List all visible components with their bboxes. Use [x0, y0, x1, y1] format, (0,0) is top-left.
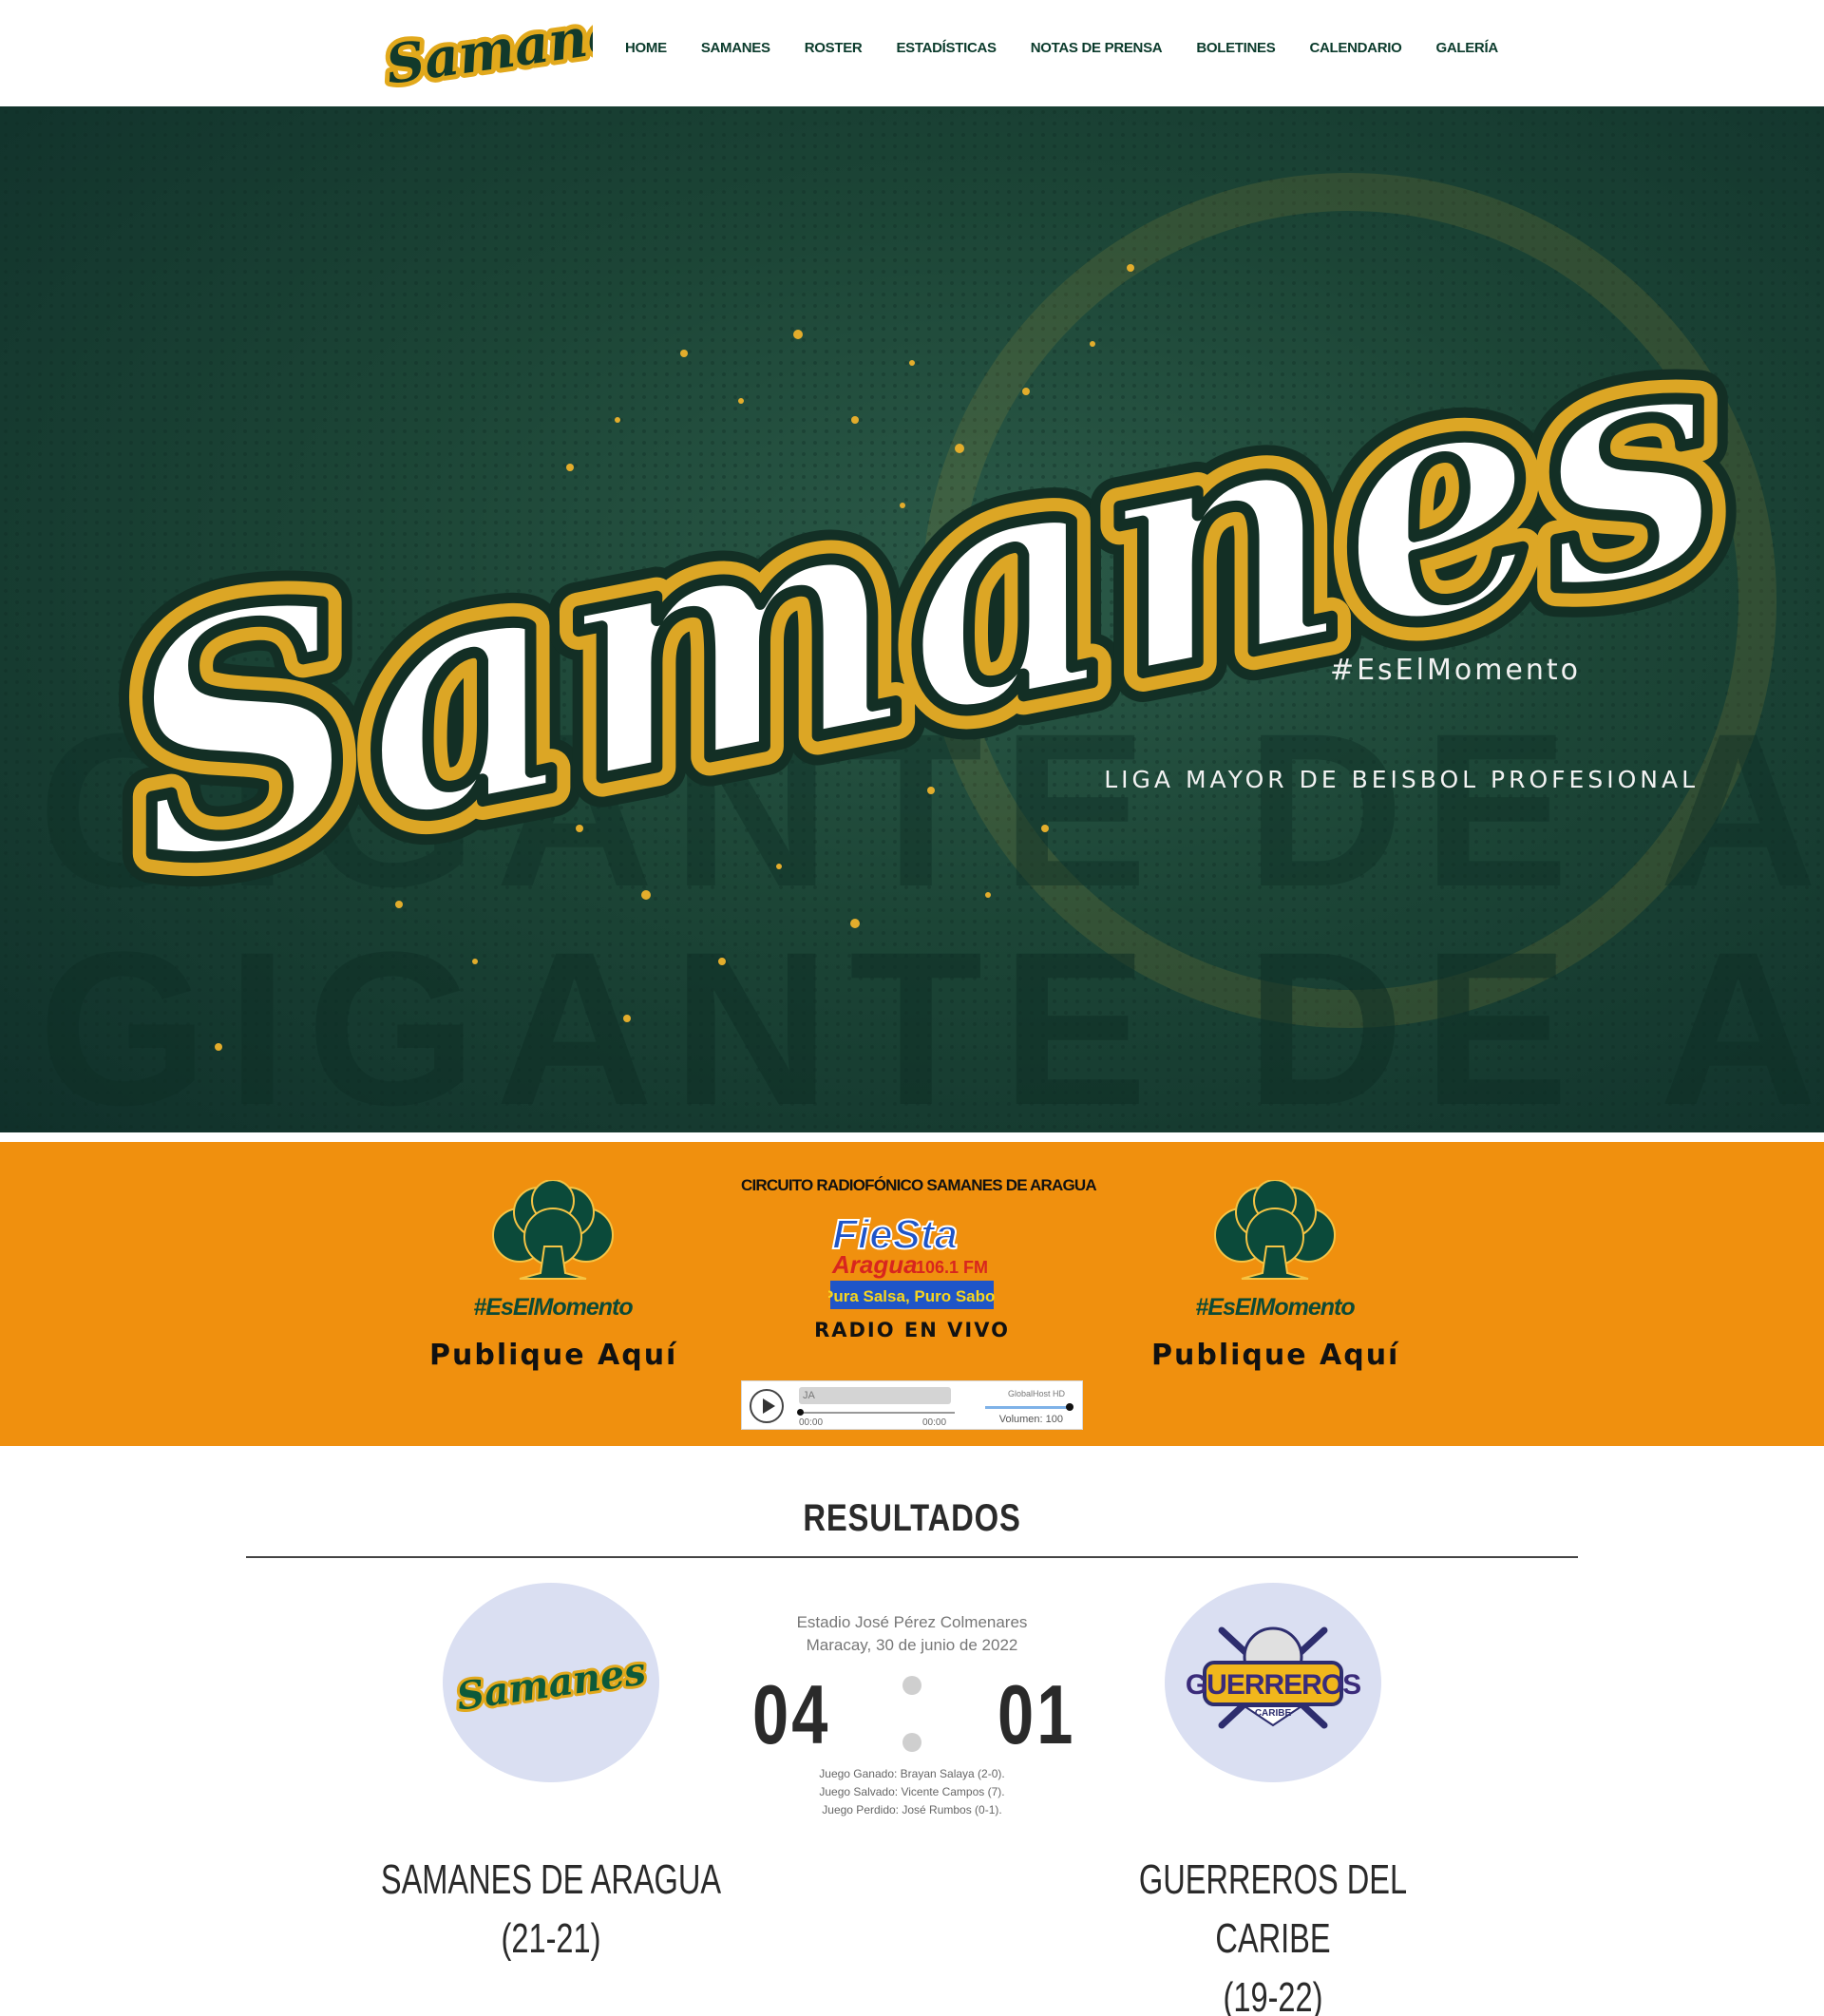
score-separator-bottom — [902, 1733, 922, 1752]
ad-hashtag: #EsElMomento — [1195, 1294, 1355, 1321]
away-logo-text: GUERREROS — [1186, 1669, 1360, 1701]
radio-widget: CIRCUITO RADIOFÓNICO SAMANES DE ARAGUA F… — [741, 1176, 1097, 1430]
samanes-logo[interactable]: Samanes Samanes — [378, 6, 593, 93]
hero-artwork: GIGANTE DE ARAGUA GIGANTE DE ARAGUA Sama… — [0, 106, 1824, 1132]
station-slogan: Pura Salsa, Puro Sabor — [828, 1287, 996, 1305]
radio-live-label: RADIO EN VIVO — [814, 1319, 1010, 1341]
away-score: 01 — [998, 1667, 1076, 1761]
logo-text: Samanes — [382, 6, 593, 93]
hero-banner: GIGANTE DE ARAGUA GIGANTE DE ARAGUA Sama… — [0, 106, 1824, 1132]
hero-tagline: #EsElMomento — [1329, 654, 1581, 687]
winning-pitcher: Juego Ganado: Brayan Salaya (2-0). — [819, 1767, 1005, 1780]
main-nav: HOME SAMANES ROSTER ESTADÍSTICAS NOTAS D… — [608, 0, 1515, 95]
nav-samanes[interactable]: SAMANES — [701, 40, 770, 56]
nav-galeria[interactable]: GALERÍA — [1435, 40, 1498, 56]
ad-cta[interactable]: Publique Aquí — [429, 1339, 676, 1372]
radio-title: CIRCUITO RADIOFÓNICO SAMANES DE ARAGUA — [741, 1176, 1097, 1194]
away-logo-subtext: CARIBE — [1255, 1708, 1292, 1719]
nav-boletines[interactable]: BOLETINES — [1196, 40, 1275, 56]
ad-hashtag: #EsElMomento — [473, 1294, 633, 1321]
home-team-name: SAMANES DE ARAGUA — [380, 1856, 722, 1903]
volume-slider[interactable] — [985, 1403, 1074, 1411]
pitching-summary: Juego Ganado: Brayan Salaya (2-0). Juego… — [722, 1765, 1102, 1819]
away-team-info: GUERREROS DEL CARIBE (19-22) — [1097, 1851, 1449, 2016]
progress-bar[interactable] — [797, 1409, 955, 1416]
volume-label: Volumen: 100 — [998, 1414, 1063, 1425]
play-icon[interactable] — [750, 1389, 784, 1423]
losing-pitcher: Juego Perdido: José Rumbos (0-1). — [822, 1803, 1002, 1816]
nav-home[interactable]: HOME — [625, 40, 667, 56]
results-divider — [246, 1556, 1578, 1558]
home-logo-text: Samanes — [454, 1648, 649, 1719]
save-pitcher: Juego Salvado: Vicente Campos (7). — [819, 1785, 1005, 1798]
nav-calendario[interactable]: CALENDARIO — [1309, 40, 1401, 56]
away-team-record: (19-22) — [1223, 1974, 1323, 2016]
venue-name: Estadio José Pérez Colmenares — [796, 1613, 1028, 1631]
ad-slot-left[interactable]: #EsElMomento Publique Aquí — [429, 1180, 676, 1372]
time-total: 00:00 — [922, 1417, 947, 1428]
home-team-badge[interactable]: Samanes Samanes — [443, 1583, 659, 1782]
stream-host: GlobalHost HD — [1007, 1389, 1065, 1398]
guerreros-team-logo: GUERREROS CARIBE — [1186, 1626, 1361, 1729]
sponsor-band: #EsElMomento Publique Aquí CIRCUITO RADI… — [0, 1142, 1824, 1446]
nav-roster[interactable]: ROSTER — [805, 40, 863, 56]
fiesta-radio-logo: FieSta Aragua 106.1 FM Pura Salsa, Puro … — [828, 1210, 996, 1309]
score-separator-top — [902, 1676, 922, 1695]
ad-slot-right[interactable]: #EsElMomento Publique Aquí — [1151, 1180, 1398, 1372]
site-header: Samanes Samanes HOME SAMANES ROSTER ESTA… — [0, 0, 1824, 106]
away-team-name: GUERREROS DEL CARIBE — [1138, 1856, 1408, 1962]
nav-notas-de-prensa[interactable]: NOTAS DE PRENSA — [1031, 40, 1163, 56]
home-score: 04 — [752, 1667, 831, 1761]
nav-estadisticas[interactable]: ESTADÍSTICAS — [896, 40, 997, 56]
home-team-record: (21-21) — [501, 1915, 601, 1962]
hero-league: LIGA MAYOR DE BEISBOL PROFESIONAL — [1104, 766, 1699, 793]
tree-icon — [492, 1180, 614, 1280]
track-title: JA — [799, 1387, 951, 1404]
away-team-badge[interactable]: GUERREROS CARIBE — [1165, 1583, 1381, 1782]
station-city: Aragua — [831, 1250, 918, 1279]
home-team-info: SAMANES DE ARAGUA (21-21) — [375, 1851, 727, 1968]
ad-cta[interactable]: Publique Aquí — [1151, 1339, 1398, 1372]
results-title: RESULTADOS — [803, 1497, 1021, 1539]
time-elapsed: 00:00 — [799, 1417, 824, 1428]
station-frequency: 106.1 FM — [916, 1258, 988, 1277]
game-date: Maracay, 30 de junio de 2022 — [806, 1636, 1018, 1654]
watermark-text-2: GIGANTE DE ARAGUA — [38, 906, 1824, 1132]
game-venue: Estadio José Pérez Colmenares Maracay, 3… — [722, 1611, 1102, 1657]
samanes-team-logo: Samanes Samanes — [451, 1645, 652, 1721]
tree-icon — [1214, 1180, 1336, 1280]
audio-player: JA 00:00 00:00 GlobalHost HD Volumen: 10… — [741, 1380, 1083, 1430]
